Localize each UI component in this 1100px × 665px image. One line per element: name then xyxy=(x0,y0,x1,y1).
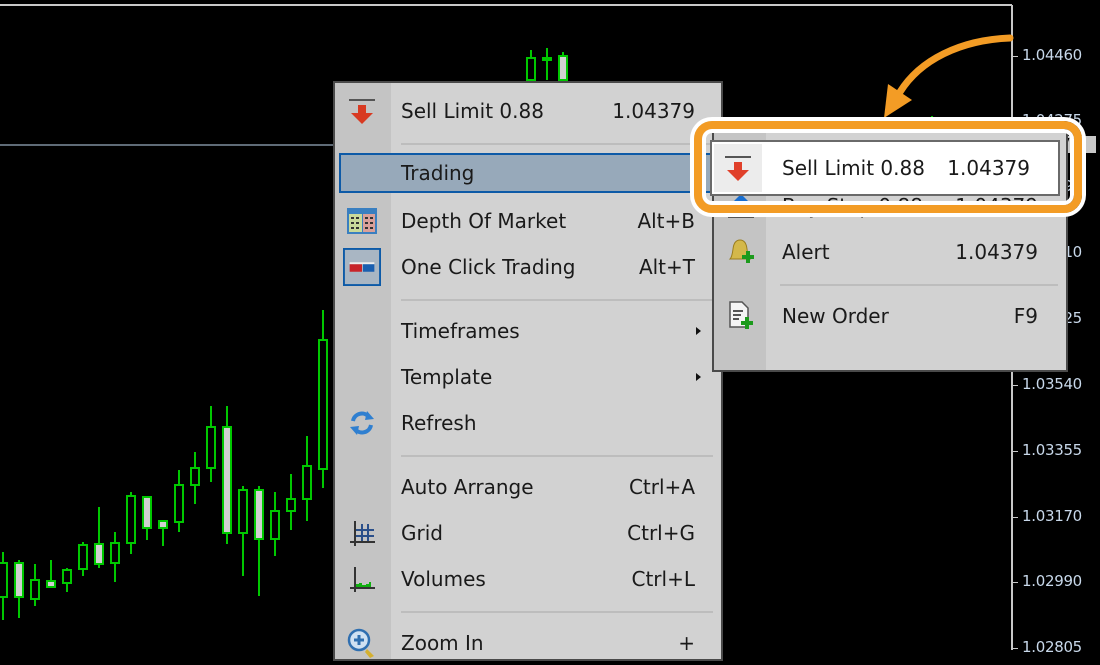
candle-body xyxy=(302,465,312,500)
menu-item-template[interactable]: Template xyxy=(335,355,721,399)
axis-tick xyxy=(1013,451,1018,452)
menu-item-shortcut: F9 xyxy=(1013,304,1038,328)
candle-body xyxy=(542,57,552,61)
zoom-in-icon xyxy=(343,627,381,659)
annotation-arrow xyxy=(884,34,1014,118)
menu-separator xyxy=(401,143,713,145)
axis-tick xyxy=(1013,56,1018,57)
alert-bell-icon xyxy=(722,236,760,268)
menu-item-label: Timeframes xyxy=(401,319,520,343)
menu-item-auto-arrange[interactable]: Auto Arrange Ctrl+A xyxy=(335,465,721,509)
menu-item-shortcut: Ctrl+L xyxy=(631,567,696,591)
candle-body xyxy=(174,484,184,523)
axis-tick xyxy=(1013,582,1018,583)
submenu-item-new-order[interactable]: New Order F9 xyxy=(714,294,1066,338)
menu-item-label: Sell Limit 0.88 xyxy=(401,99,544,123)
one-click-trading-icon xyxy=(343,248,381,286)
menu-item-sell-limit[interactable]: Sell Limit 0.88 1.04379 xyxy=(335,89,721,133)
new-order-icon xyxy=(722,300,760,332)
candle-body xyxy=(238,489,248,534)
submenu-item-sell-limit-highlighted[interactable]: Sell Limit 0.88 1.04379 xyxy=(710,140,1060,196)
menu-item-label: Alert xyxy=(782,240,830,264)
candle-body xyxy=(126,495,136,544)
axis-tick xyxy=(1013,385,1018,386)
candle-body xyxy=(286,498,296,512)
candle-body xyxy=(318,339,328,470)
menu-item-shortcut: + xyxy=(678,631,695,655)
menu-item-trading[interactable]: Trading xyxy=(339,153,721,193)
menu-item-one-click-trading[interactable]: One Click Trading Alt+T xyxy=(335,245,721,289)
grid-icon xyxy=(343,517,381,549)
menu-item-label: Zoom In xyxy=(401,631,484,655)
chart-context-menu: Sell Limit 0.88 1.04379 Trading Depth Of Ma… xyxy=(333,81,723,661)
submenu-arrow-icon xyxy=(696,327,701,335)
price-axis-label: 1.04460 xyxy=(1022,46,1082,64)
candle-body xyxy=(526,57,536,81)
menu-item-label: Grid xyxy=(401,521,443,545)
price-axis-label: 1.02805 xyxy=(1022,638,1082,656)
candle-body xyxy=(254,489,264,540)
candle-body xyxy=(270,510,280,540)
candle-body xyxy=(110,542,120,564)
menu-item-refresh[interactable]: Refresh xyxy=(335,401,721,445)
submenu-arrow-icon xyxy=(696,373,701,381)
candle-body xyxy=(78,544,88,570)
candle-body xyxy=(190,467,200,486)
candle-body xyxy=(0,562,8,598)
candle-body xyxy=(142,496,152,529)
menu-item-timeframes[interactable]: Timeframes xyxy=(335,309,721,353)
volumes-icon xyxy=(343,563,381,595)
price-axis-label: 1.03170 xyxy=(1022,507,1082,525)
candle-body xyxy=(158,520,168,529)
candle-body xyxy=(30,579,40,600)
price-axis-label: 1.03355 xyxy=(1022,441,1082,459)
sell-limit-icon xyxy=(343,95,381,127)
menu-item-label: Depth Of Market xyxy=(401,209,567,233)
sell-limit-icon xyxy=(714,144,762,192)
menu-item-label: Auto Arrange xyxy=(401,475,534,499)
refresh-icon xyxy=(343,407,381,439)
menu-separator xyxy=(780,284,1058,286)
menu-item-label: New Order xyxy=(782,304,889,328)
menu-item-shortcut: Ctrl+G xyxy=(627,521,695,545)
candle-body xyxy=(62,569,72,584)
candle-body xyxy=(222,426,232,534)
menu-separator xyxy=(401,611,713,613)
menu-item-shortcut: Ctrl+A xyxy=(628,475,695,499)
menu-item-shortcut: Alt+B xyxy=(637,209,695,233)
submenu-item-alert[interactable]: Alert 1.04379 xyxy=(714,230,1066,274)
menu-item-shortcut: 1.04379 xyxy=(955,240,1038,264)
menu-item-label: Refresh xyxy=(401,411,477,435)
depth-of-market-icon xyxy=(343,205,381,237)
menu-item-shortcut: Alt+T xyxy=(638,255,695,279)
menu-separator xyxy=(401,455,713,457)
axis-tick xyxy=(1013,517,1018,518)
menu-item-shortcut: 1.04379 xyxy=(612,99,695,123)
menu-item-zoom-in[interactable]: Zoom In + xyxy=(335,621,721,665)
menu-separator xyxy=(401,299,713,301)
candle-body xyxy=(94,543,104,565)
menu-item-depth-of-market[interactable]: Depth Of Market Alt+B xyxy=(335,199,721,243)
price-axis-label: 1.02990 xyxy=(1022,572,1082,590)
axis-tick xyxy=(1013,648,1018,649)
menu-item-label: Template xyxy=(401,365,493,389)
menu-item-price: 1.04379 xyxy=(947,156,1030,180)
candle-body xyxy=(46,580,56,588)
menu-item-label: Trading xyxy=(401,161,475,185)
price-axis-label: 1.03540 xyxy=(1022,375,1082,393)
menu-item-label: Sell Limit 0.88 xyxy=(782,156,925,180)
candle-body xyxy=(14,562,24,598)
menu-item-label: One Click Trading xyxy=(401,255,576,279)
menu-item-volumes[interactable]: Volumes Ctrl+L xyxy=(335,557,721,601)
candle-body xyxy=(206,426,216,469)
menu-item-grid[interactable]: Grid Ctrl+G xyxy=(335,511,721,555)
menu-item-label: Volumes xyxy=(401,567,486,591)
candle-body xyxy=(558,55,568,81)
